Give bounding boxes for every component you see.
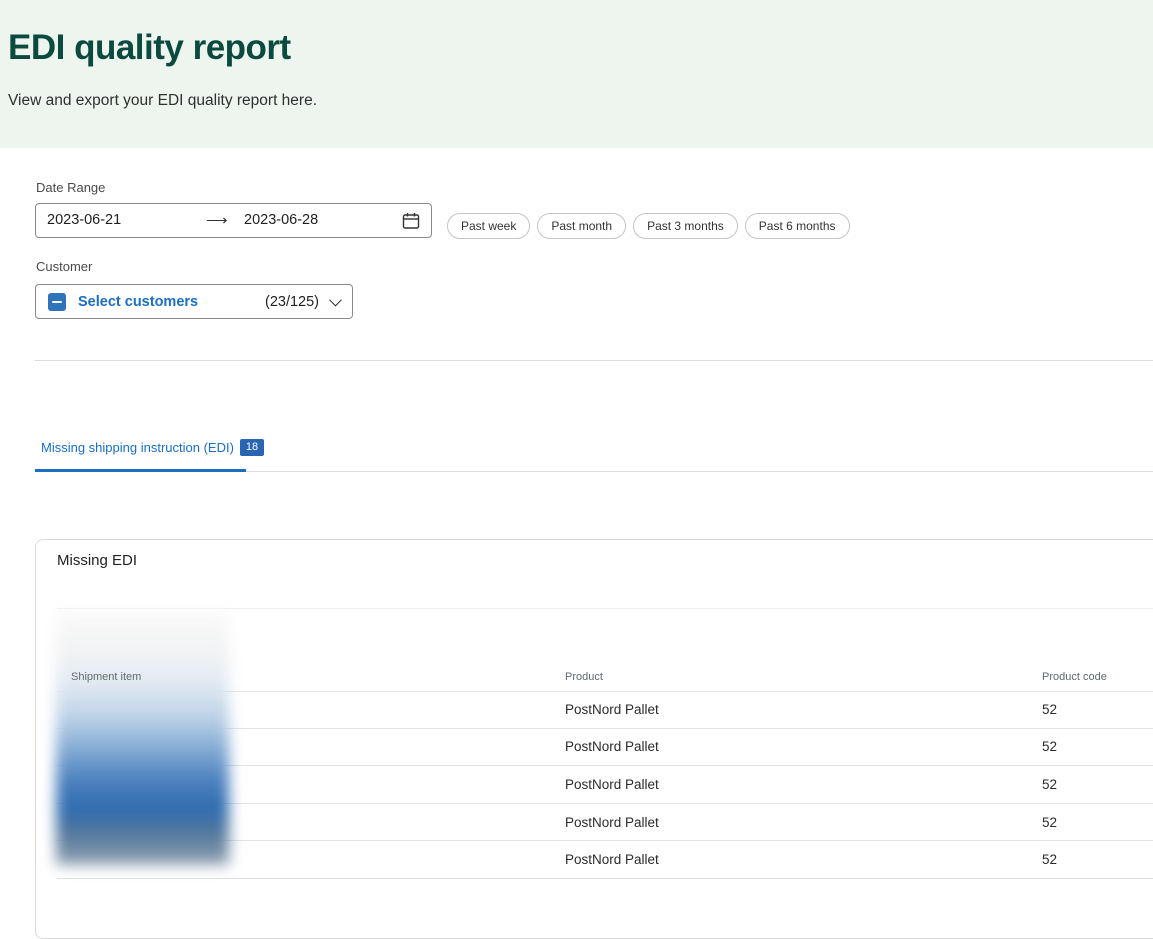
redacted-shipment-item-column <box>56 609 229 865</box>
product-cell: PostNord Pallet <box>565 852 1042 867</box>
customer-select-label: Select customers <box>78 294 198 310</box>
tab-missing-shipping-instruction[interactable]: Missing shipping instruction (EDI) 18 <box>41 439 264 456</box>
page-subtitle: View and export your EDI quality report … <box>8 92 317 110</box>
product-code-cell: 52 <box>1042 777 1153 792</box>
arrow-right-icon: ⟶ <box>206 211 228 229</box>
checkbox-indeterminate-icon[interactable] <box>48 293 66 311</box>
product-code-cell: 52 <box>1042 815 1153 830</box>
past-month-button[interactable]: Past month <box>537 213 626 239</box>
product-cell: PostNord Pallet <box>565 702 1042 717</box>
product-code-cell: 52 <box>1042 739 1153 754</box>
customer-select[interactable]: Select customers (23/125) <box>35 284 353 319</box>
product-cell: PostNord Pallet <box>565 815 1042 830</box>
section-divider <box>35 360 1153 361</box>
product-code-cell: 52 <box>1042 702 1153 717</box>
chevron-down-icon <box>329 294 342 307</box>
product-cell: PostNord Pallet <box>565 777 1042 792</box>
customer-label: Customer <box>36 259 92 274</box>
product-code-cell: 52 <box>1042 852 1153 867</box>
product-cell: PostNord Pallet <box>565 739 1042 754</box>
past-6-months-button[interactable]: Past 6 months <box>745 213 850 239</box>
column-header-shipment-item: Shipment item <box>57 671 565 691</box>
tab-count-badge: 18 <box>240 439 264 456</box>
column-header-product-code: Product code <box>1042 671 1153 691</box>
edi-quality-report-page: { "header": { "title": "EDI quality repo… <box>0 0 1153 872</box>
calendar-icon[interactable] <box>402 212 420 230</box>
past-week-button[interactable]: Past week <box>447 213 530 239</box>
date-range-label: Date Range <box>36 180 105 195</box>
missing-edi-card: Missing EDI Shipment item Product Produc… <box>35 539 1153 939</box>
date-to-value[interactable]: 2023-06-28 <box>244 212 318 228</box>
past-3-months-button[interactable]: Past 3 months <box>633 213 738 239</box>
column-header-product: Product <box>565 671 1042 691</box>
quick-range-buttons: Past week Past month Past 3 months Past … <box>447 213 850 239</box>
tab-label: Missing shipping instruction (EDI) <box>41 440 234 455</box>
table-header-row: Shipment item Product Product code <box>57 659 1153 691</box>
date-range-input[interactable]: 2023-06-21 ⟶ 2023-06-28 <box>35 203 432 238</box>
customer-select-count: (23/125) <box>265 294 319 310</box>
card-title: Missing EDI <box>57 552 137 569</box>
active-tab-indicator <box>35 469 246 472</box>
page-title: EDI quality report <box>8 28 291 68</box>
date-from-value[interactable]: 2023-06-21 <box>47 212 121 228</box>
hero-header: EDI quality report View and export your … <box>0 0 1153 148</box>
